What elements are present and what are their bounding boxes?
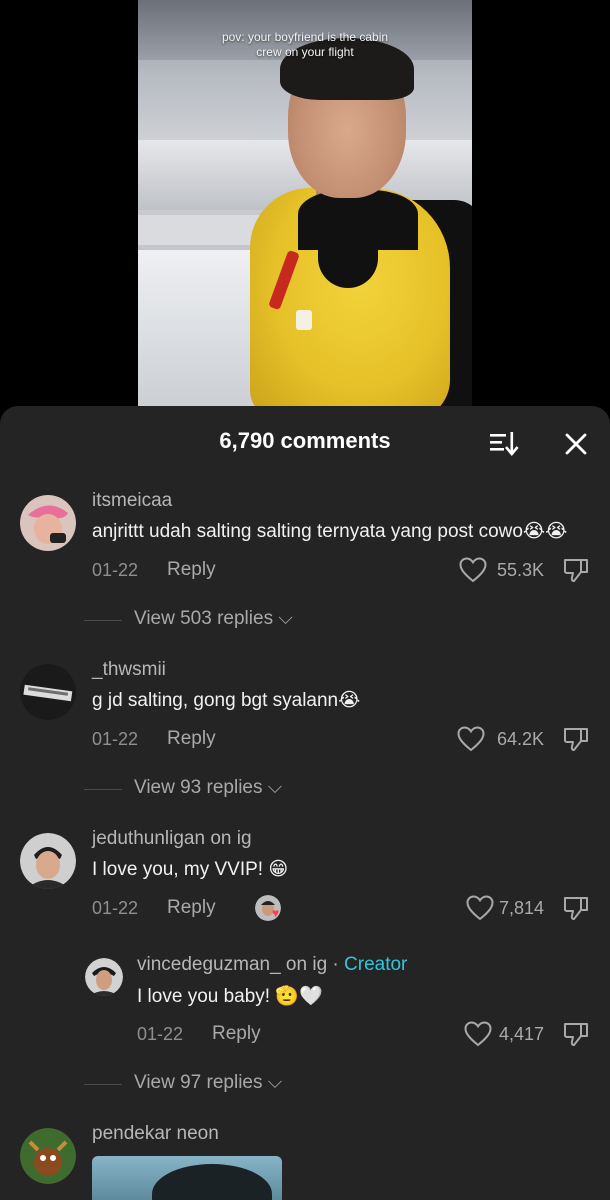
like-count: 64.2K [496, 729, 544, 749]
creator-badge: Creator [344, 954, 408, 975]
reply-username-text: vincedeguzman_ on ig [137, 954, 328, 975]
dislike-icon[interactable] [562, 894, 590, 922]
heart-icon[interactable] [466, 895, 494, 921]
like-count: 7,814 [498, 898, 544, 918]
like-count: 4,417 [498, 1024, 544, 1044]
heart-icon[interactable] [459, 557, 487, 583]
comment-text: anjrittt udah salting salting ternyata y… [92, 521, 568, 542]
video-caption: pov: your boyfriend is the cabin crew on… [138, 30, 472, 60]
name-separator: · [327, 954, 345, 975]
reply-username[interactable]: vincedeguzman_ on ig · Creator [137, 954, 407, 976]
reply-button[interactable]: Reply [167, 728, 216, 750]
avatar[interactable] [85, 958, 123, 996]
reply-button[interactable]: Reply [212, 1023, 261, 1045]
uniform-collar [298, 190, 418, 250]
comment-date: 01-22 [92, 729, 139, 749]
heart-icon[interactable] [457, 726, 485, 752]
chevron-down-icon: ⌵ [267, 1072, 283, 1093]
chevron-down-icon: ⌵ [278, 608, 293, 629]
heart-icon[interactable] [464, 1021, 492, 1047]
view-replies-button[interactable]: View 503 replies ⌵ [84, 608, 384, 632]
divider-line [84, 1084, 122, 1085]
avatar[interactable] [20, 833, 76, 889]
comment-date: 01-22 [92, 560, 139, 580]
comment-username[interactable]: jeduthunligan on ig [92, 828, 252, 850]
view-replies-button[interactable]: View 93 replies ⌵ [84, 777, 384, 801]
like-count: 55.3K [496, 560, 544, 580]
image-subject [152, 1164, 272, 1200]
comment-username[interactable]: _thwsmii [92, 659, 166, 681]
divider-line [84, 620, 122, 621]
chevron-down-icon: ⌵ [267, 777, 283, 798]
comment-text: g jd salting, gong bgt syalann😭 [92, 690, 361, 711]
view-replies-button[interactable]: View 97 replies ⌵ [84, 1072, 384, 1096]
comments-header: 6,790 comments [0, 406, 610, 476]
comment-username[interactable]: itsmeicaa [92, 490, 172, 512]
dislike-icon[interactable] [562, 556, 590, 584]
sort-icon[interactable] [488, 428, 520, 458]
avatar[interactable] [20, 1128, 76, 1184]
divider-line [84, 789, 122, 790]
video-caption-line-1: pov: your boyfriend is the cabin [221, 30, 389, 44]
close-icon[interactable] [560, 428, 592, 460]
video-caption-line-2: crew on your flight [256, 45, 354, 59]
reply-text: I love you baby! 🫡🤍 [137, 986, 323, 1007]
view-replies-label: View 93 replies ⌵ [134, 777, 283, 798]
view-replies-label: View 503 replies ⌵ [134, 608, 293, 629]
avatar[interactable] [20, 664, 76, 720]
comment-username[interactable]: pendekar neon [92, 1123, 219, 1145]
vest-buckle [296, 310, 312, 330]
view-replies-label: View 97 replies ⌵ [134, 1072, 283, 1093]
comment-text: I love you, my VVIP! 😁 [92, 859, 289, 880]
video-frame[interactable]: pov: your boyfriend is the cabin crew on… [138, 0, 472, 420]
dislike-icon[interactable] [562, 725, 590, 753]
video-area[interactable]: pov: your boyfriend is the cabin crew on… [0, 0, 610, 420]
creator-heart-icon: ♥ [272, 906, 280, 920]
reply-button[interactable]: Reply [167, 559, 216, 581]
avatar[interactable] [20, 495, 76, 551]
comment-date: 01-22 [92, 898, 139, 918]
comment-image-attachment[interactable] [92, 1156, 282, 1200]
reply-date: 01-22 [137, 1024, 184, 1044]
reply-button[interactable]: Reply [167, 897, 216, 919]
dislike-icon[interactable] [562, 1020, 590, 1048]
